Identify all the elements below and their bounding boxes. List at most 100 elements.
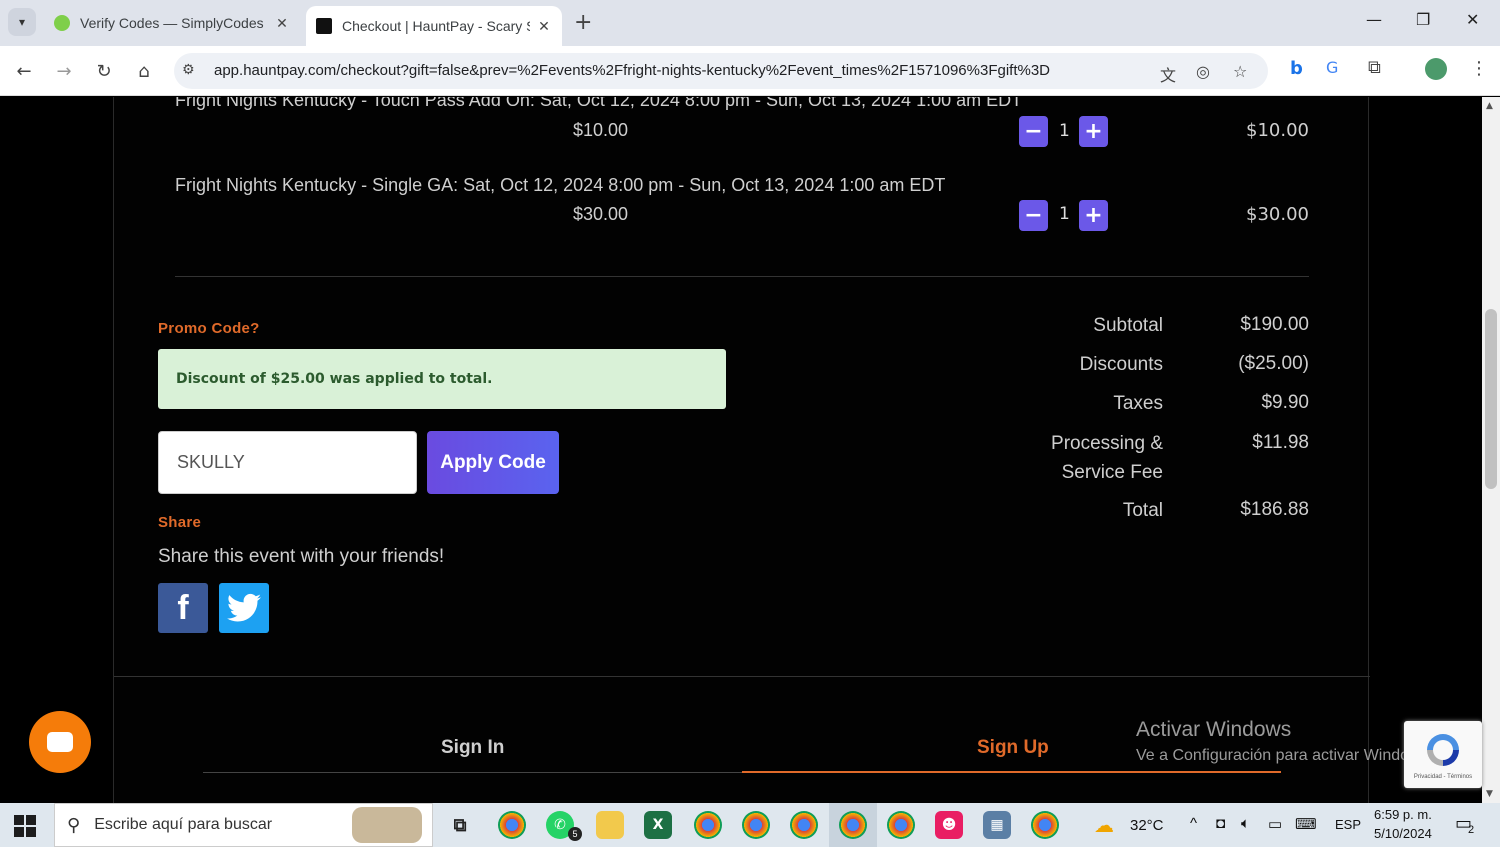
cart-item-price: $10.00 bbox=[573, 120, 629, 140]
clock-date[interactable]: 5/10/2024 bbox=[1374, 826, 1432, 841]
close-window-icon[interactable]: ✕ bbox=[1466, 10, 1479, 29]
chat-widget-button[interactable] bbox=[29, 711, 91, 773]
total-value: $186.88 bbox=[1240, 499, 1309, 520]
weather-icon[interactable]: ☁ bbox=[1094, 813, 1114, 837]
minimize-icon[interactable]: — bbox=[1366, 10, 1382, 29]
discounts-value: ($25.00) bbox=[1238, 353, 1309, 374]
recaptcha-terms[interactable]: Privacidad - Términos bbox=[1414, 774, 1472, 780]
section-divider bbox=[114, 676, 1370, 677]
chrome-profile-icon[interactable] bbox=[887, 811, 915, 839]
tab-title: Checkout | HauntPay - Scary Sir bbox=[342, 18, 530, 34]
menu-icon[interactable]: ⋮ bbox=[1470, 58, 1488, 79]
chrome-profile-icon[interactable] bbox=[742, 811, 770, 839]
fee-label-line-2: Service Fee bbox=[1061, 462, 1163, 483]
twitter-share-button[interactable] bbox=[219, 583, 269, 633]
checkout-card: Fright Nights Kentucky - Touch Pass Add … bbox=[113, 97, 1370, 803]
volume-icon[interactable]: 🔈︎ bbox=[1241, 815, 1250, 832]
chrome-profile-icon[interactable] bbox=[839, 811, 867, 839]
plus-icon: + bbox=[1084, 119, 1103, 144]
promo-code-link[interactable]: Promo Code? bbox=[158, 320, 260, 337]
tab-checkout[interactable]: Checkout | HauntPay - Scary Sir ✕ bbox=[306, 6, 562, 46]
translate-icon[interactable]: 文 bbox=[1160, 62, 1176, 86]
reload-icon[interactable]: ↻ bbox=[90, 57, 118, 85]
cart-item-title: Fright Nights Kentucky - Single GA: Sat,… bbox=[175, 175, 946, 195]
home-icon[interactable]: ⌂ bbox=[130, 57, 158, 85]
url-text: app.hauntpay.com/checkout?gift=false&pre… bbox=[214, 62, 1051, 79]
windows-start-icon[interactable] bbox=[14, 815, 36, 837]
new-tab-icon[interactable]: + bbox=[574, 10, 592, 35]
language-indicator[interactable]: ESP bbox=[1335, 817, 1361, 832]
eye-off-icon[interactable]: ◎ bbox=[1196, 62, 1210, 81]
page-scrollbar[interactable]: ▲ ▼ bbox=[1482, 97, 1500, 803]
tray-chevron-icon[interactable]: ^ bbox=[1190, 815, 1197, 832]
subtotal-label: Subtotal bbox=[1093, 315, 1163, 336]
discounts-label: Discounts bbox=[1079, 354, 1163, 375]
qty-value: 1 bbox=[1059, 121, 1070, 141]
close-icon[interactable]: ✕ bbox=[536, 18, 552, 35]
file-explorer-icon[interactable] bbox=[596, 811, 624, 839]
chrome-icon[interactable] bbox=[498, 811, 526, 839]
line-total: $10.00 bbox=[1246, 120, 1309, 141]
scroll-thumb[interactable] bbox=[1485, 309, 1497, 489]
qty-value: 1 bbox=[1059, 204, 1070, 224]
browser-tab-strip: ▾ Verify Codes — SimplyCodes ✕ Checkout … bbox=[0, 0, 1500, 46]
scroll-down-icon[interactable]: ▼ bbox=[1486, 789, 1493, 799]
robot-app-icon[interactable]: ☻ bbox=[935, 811, 963, 839]
excel-icon[interactable]: X bbox=[644, 811, 672, 839]
share-heading: Share bbox=[158, 514, 202, 531]
calculator-icon[interactable]: ▦ bbox=[983, 811, 1011, 839]
cart-item-title: Fright Nights Kentucky - Touch Pass Add … bbox=[175, 97, 1023, 110]
chrome-profile-icon[interactable] bbox=[790, 811, 818, 839]
share-subtitle: Share this event with your friends! bbox=[158, 546, 445, 567]
chrome-profile-icon[interactable] bbox=[694, 811, 722, 839]
cart-item-price: $30.00 bbox=[573, 204, 629, 224]
increase-qty-button[interactable]: + bbox=[1079, 200, 1108, 231]
tab-verify-codes[interactable]: Verify Codes — SimplyCodes ✕ bbox=[44, 6, 300, 40]
network-icon[interactable]: ▭ bbox=[1268, 815, 1282, 833]
scroll-up-icon[interactable]: ▲ bbox=[1486, 101, 1493, 111]
subtotal-value: $190.00 bbox=[1240, 314, 1309, 335]
tab-search-button[interactable]: ▾ bbox=[8, 8, 36, 36]
google-translate-icon[interactable]: G bbox=[1326, 58, 1338, 77]
total-label: Total bbox=[1122, 500, 1163, 521]
decrease-qty-button[interactable]: − bbox=[1019, 116, 1048, 147]
profile-avatar[interactable] bbox=[1425, 58, 1447, 80]
browser-toolbar: ← → ↻ ⌂ ⚙ app.hauntpay.com/checkout?gift… bbox=[0, 46, 1500, 96]
clock-time[interactable]: 6:59 p. m. bbox=[1374, 807, 1432, 822]
forward-icon[interactable]: → bbox=[50, 57, 78, 85]
windows-taskbar: ⚲ Escribe aquí para buscar ⧉ ✆ 5 X ☻ ▦ ☁… bbox=[0, 803, 1500, 847]
promo-code-input[interactable]: SKULLY bbox=[158, 431, 417, 494]
chevron-down-icon: ▾ bbox=[18, 15, 26, 29]
search-icon: ⚲ bbox=[67, 814, 81, 836]
decrease-qty-button[interactable]: − bbox=[1019, 200, 1048, 231]
facebook-icon: f bbox=[177, 588, 189, 627]
activate-windows-title: Activar Windows bbox=[1136, 718, 1292, 741]
bing-icon[interactable]: b bbox=[1290, 58, 1303, 79]
fee-label-line-1: Processing & bbox=[1051, 433, 1163, 454]
sign-in-tab[interactable]: Sign In bbox=[441, 737, 504, 759]
apply-code-button[interactable]: Apply Code bbox=[427, 431, 559, 494]
extensions-icon[interactable]: ⧉ bbox=[1368, 57, 1381, 78]
page-viewport: Fright Nights Kentucky - Touch Pass Add … bbox=[0, 97, 1482, 803]
weather-temp[interactable]: 32°C bbox=[1130, 817, 1164, 834]
recaptcha-badge[interactable]: Privacidad - Términos bbox=[1404, 721, 1482, 788]
address-bar[interactable]: ⚙ app.hauntpay.com/checkout?gift=false&p… bbox=[174, 53, 1268, 89]
site-settings-icon[interactable]: ⚙ bbox=[182, 62, 195, 78]
keyboard-icon[interactable]: ⌨ bbox=[1295, 815, 1317, 833]
back-icon[interactable]: ← bbox=[10, 57, 38, 85]
close-icon[interactable]: ✕ bbox=[274, 15, 290, 32]
taskbar-search-placeholder: Escribe aquí para buscar bbox=[94, 816, 273, 833]
meet-icon[interactable]: ◘ bbox=[1216, 815, 1225, 832]
restore-icon[interactable]: ❐ bbox=[1416, 10, 1430, 29]
elephants-search-art-icon bbox=[352, 807, 422, 843]
line-total: $30.00 bbox=[1246, 204, 1309, 225]
task-view-icon[interactable]: ⧉ bbox=[446, 811, 474, 839]
taskbar-search[interactable]: ⚲ Escribe aquí para buscar bbox=[54, 803, 433, 847]
star-icon[interactable]: ☆ bbox=[1233, 62, 1247, 81]
fee-value: $11.98 bbox=[1252, 432, 1309, 453]
sign-up-tab[interactable]: Sign Up bbox=[977, 737, 1049, 759]
facebook-share-button[interactable]: f bbox=[158, 583, 208, 633]
notifications-count: 2 bbox=[1468, 824, 1475, 836]
chrome-profile-icon[interactable] bbox=[1031, 811, 1059, 839]
increase-qty-button[interactable]: + bbox=[1079, 116, 1108, 147]
